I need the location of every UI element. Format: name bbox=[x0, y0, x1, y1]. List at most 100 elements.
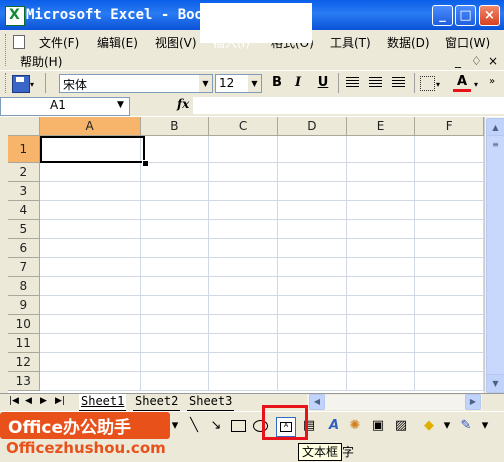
diagram-icon[interactable]: ✺ bbox=[346, 417, 364, 435]
column-header[interactable]: B bbox=[140, 117, 210, 136]
cell[interactable] bbox=[414, 295, 484, 315]
cell[interactable] bbox=[414, 200, 484, 220]
cell[interactable] bbox=[277, 295, 347, 315]
cell[interactable] bbox=[208, 181, 278, 201]
cell[interactable] bbox=[414, 219, 484, 239]
cell[interactable] bbox=[39, 181, 141, 201]
row-header[interactable]: 6 bbox=[8, 238, 40, 258]
cell[interactable] bbox=[414, 257, 484, 277]
cell[interactable] bbox=[414, 181, 484, 201]
cell[interactable] bbox=[39, 219, 141, 239]
picture-icon[interactable]: ▨ bbox=[392, 417, 410, 435]
row-header[interactable]: 10 bbox=[8, 314, 40, 334]
cell[interactable] bbox=[346, 333, 416, 353]
cell[interactable] bbox=[346, 314, 416, 334]
cell[interactable] bbox=[208, 219, 278, 239]
chevron-down-icon[interactable]: ▾ bbox=[30, 80, 34, 89]
cell[interactable] bbox=[39, 238, 141, 258]
arrow-icon[interactable]: ↘ bbox=[207, 417, 225, 435]
cell[interactable] bbox=[140, 135, 210, 163]
excel-app-icon[interactable] bbox=[5, 6, 25, 26]
cell[interactable] bbox=[414, 371, 484, 391]
row-header[interactable]: 12 bbox=[8, 352, 40, 372]
font-name-select[interactable]: 宋体 ▼ bbox=[59, 74, 213, 93]
cell[interactable] bbox=[140, 295, 210, 315]
cell[interactable] bbox=[277, 333, 347, 353]
chevron-down-icon[interactable]: ▾ bbox=[476, 417, 494, 435]
cell[interactable] bbox=[277, 200, 347, 220]
menu-file[interactable]: 文件(F) bbox=[39, 34, 79, 51]
column-header[interactable]: F bbox=[414, 117, 484, 136]
vertical-scrollbar[interactable]: ▲ ≡ ▼ bbox=[484, 117, 504, 393]
cell[interactable] bbox=[277, 257, 347, 277]
doc-minimize-button[interactable]: _ bbox=[455, 54, 461, 68]
close-button[interactable]: × bbox=[479, 5, 500, 26]
worksheet-grid[interactable]: A B C D E F 1 2 3 4 5 6 7 8 9 10 11 12 1… bbox=[8, 117, 484, 393]
cell[interactable] bbox=[140, 219, 210, 239]
row-header[interactable]: 4 bbox=[8, 200, 40, 220]
first-sheet-icon[interactable]: |◀ bbox=[9, 396, 19, 406]
chevron-down-icon[interactable]: ▾ bbox=[436, 80, 440, 89]
scroll-right-icon[interactable]: ▶ bbox=[465, 394, 481, 410]
cell[interactable] bbox=[140, 181, 210, 201]
cell[interactable] bbox=[346, 200, 416, 220]
cell[interactable] bbox=[346, 238, 416, 258]
cell[interactable] bbox=[39, 314, 141, 334]
doc-close-button[interactable]: × bbox=[488, 54, 498, 68]
chevron-down-icon[interactable]: ▼ bbox=[199, 75, 212, 92]
clip-art-icon[interactable]: ▣ bbox=[369, 417, 387, 435]
cell[interactable] bbox=[140, 333, 210, 353]
cell[interactable] bbox=[346, 295, 416, 315]
menu-view[interactable]: 视图(V) bbox=[155, 34, 197, 51]
cell[interactable] bbox=[414, 276, 484, 296]
underline-button[interactable]: U bbox=[314, 74, 332, 92]
cell[interactable] bbox=[346, 352, 416, 372]
borders-icon[interactable] bbox=[420, 76, 435, 91]
cell[interactable] bbox=[414, 333, 484, 353]
line-icon[interactable]: ╲ bbox=[185, 417, 203, 435]
cell[interactable] bbox=[208, 295, 278, 315]
menu-edit[interactable]: 编辑(E) bbox=[97, 34, 138, 51]
column-header[interactable]: D bbox=[277, 117, 347, 136]
cell[interactable] bbox=[39, 333, 141, 353]
column-header[interactable]: A bbox=[39, 117, 141, 136]
toolbar-grip[interactable] bbox=[5, 34, 9, 66]
cell[interactable] bbox=[414, 238, 484, 258]
menu-tools[interactable]: 工具(T) bbox=[330, 34, 371, 51]
save-icon[interactable] bbox=[12, 75, 30, 93]
cell[interactable] bbox=[414, 162, 484, 182]
row-header[interactable]: 3 bbox=[8, 181, 40, 201]
italic-button[interactable]: I bbox=[289, 74, 307, 92]
chevron-down-icon[interactable]: ▾ bbox=[438, 417, 456, 435]
font-size-select[interactable]: 12 ▼ bbox=[215, 74, 262, 93]
toolbar-options-icon[interactable]: » bbox=[489, 76, 495, 87]
row-header[interactable]: 5 bbox=[8, 219, 40, 239]
cell[interactable] bbox=[208, 276, 278, 296]
cell[interactable] bbox=[39, 162, 141, 182]
cell[interactable] bbox=[277, 219, 347, 239]
cell[interactable] bbox=[39, 371, 141, 391]
menu-window[interactable]: 窗口(W) bbox=[445, 34, 490, 51]
cell[interactable] bbox=[208, 371, 278, 391]
cell[interactable] bbox=[277, 181, 347, 201]
cell[interactable] bbox=[140, 352, 210, 372]
wordart-icon[interactable]: A bbox=[325, 417, 343, 435]
cell[interactable] bbox=[277, 162, 347, 182]
font-color-button[interactable]: A bbox=[453, 74, 471, 92]
chevron-down-icon[interactable]: ▾ bbox=[474, 80, 478, 89]
fill-color-icon[interactable]: ◆ bbox=[420, 417, 438, 435]
chevron-down-icon[interactable]: ▼ bbox=[248, 75, 261, 92]
cell[interactable] bbox=[140, 276, 210, 296]
bold-button[interactable]: B bbox=[268, 74, 286, 92]
cell[interactable] bbox=[346, 219, 416, 239]
last-sheet-icon[interactable]: ▶| bbox=[55, 396, 65, 406]
cell[interactable] bbox=[277, 352, 347, 372]
cell[interactable] bbox=[140, 371, 210, 391]
cell[interactable] bbox=[346, 276, 416, 296]
maximize-button[interactable]: □ bbox=[455, 5, 476, 26]
column-header[interactable]: E bbox=[346, 117, 416, 136]
sheet-tab-2[interactable]: Sheet2 bbox=[133, 394, 181, 411]
sheet-tab-1[interactable]: Sheet1 bbox=[79, 394, 127, 411]
cell[interactable] bbox=[208, 162, 278, 182]
toolbar-grip[interactable] bbox=[5, 73, 9, 93]
